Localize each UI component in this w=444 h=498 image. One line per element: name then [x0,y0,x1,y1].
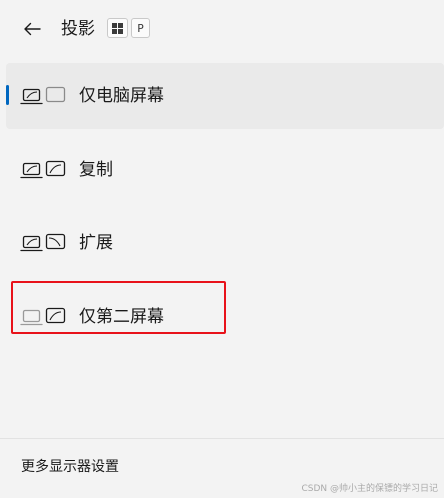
windows-key-icon [107,18,128,38]
option-label: 扩展 [79,233,113,253]
option-label: 复制 [79,160,113,180]
option-label: 仅电脑屏幕 [79,86,164,106]
watermark: CSDN @帅小主的保镖的学习日记 [301,484,438,494]
pc-screen-only-icon [20,86,66,105]
option-second-screen-only[interactable]: 仅第二屏幕 [6,284,444,350]
project-flyout: 投影 P 仅电脑屏幕 复制 扩展 仅第二屏幕 更多显示器设置 CSDN @帅小主… [0,0,444,498]
selected-indicator [6,85,9,105]
footer-divider [0,438,444,439]
back-arrow-icon [24,22,41,36]
page-title: 投影 [61,19,95,39]
back-button[interactable] [18,16,46,42]
option-label: 仅第二屏幕 [79,307,164,327]
option-extend[interactable]: 扩展 [6,210,444,276]
second-screen-only-icon [20,307,66,326]
option-duplicate[interactable]: 复制 [6,137,444,203]
flyout-header: 投影 P [0,0,444,58]
extend-icon [20,233,66,252]
more-display-settings-link[interactable]: 更多显示器设置 [21,457,119,477]
shortcut-key-badge: P [131,18,150,38]
option-pc-screen-only[interactable]: 仅电脑屏幕 [6,63,444,129]
duplicate-icon [20,160,66,179]
